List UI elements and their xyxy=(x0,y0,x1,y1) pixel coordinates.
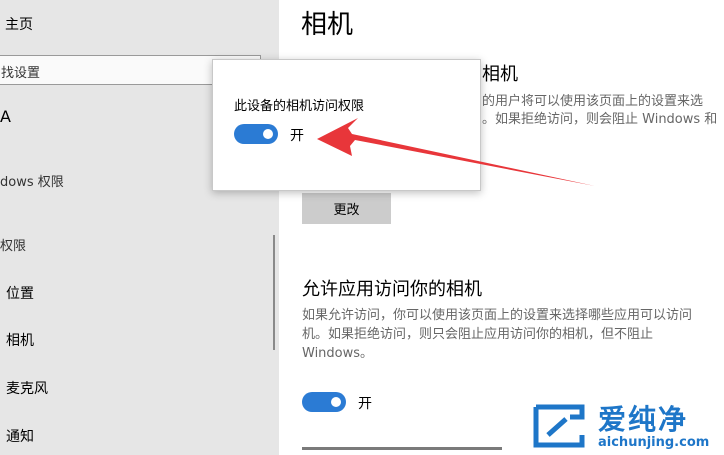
sidebar-heading-fragment: A xyxy=(0,107,11,126)
device-camera-access-popup: 此设备的相机访问权限 开 xyxy=(212,59,481,191)
page-title: 相机 xyxy=(301,10,354,40)
sidebar-scrollbar[interactable] xyxy=(273,235,275,350)
watermark-url: aichunjing.com xyxy=(598,435,710,450)
watermark-logo-icon xyxy=(533,404,585,448)
section-app-access-desc-line2: 机。如果拒绝访问，则只会阻止应用访问你的相机，但不阻止 xyxy=(302,327,654,342)
watermark-name: 爱纯净 xyxy=(598,403,689,436)
section-device-access-desc-line1: 的用户将可以使用该页面上的设置来选 xyxy=(482,94,704,109)
next-section-title-clipped xyxy=(302,447,522,455)
sidebar-item-microphone[interactable]: 麦克风 xyxy=(6,378,48,398)
sidebar-item-home[interactable]: 主页 xyxy=(5,14,33,34)
section-app-access-desc-line1: 如果允许访问，你可以使用该页面上的设置来选择哪些应用可以访问 xyxy=(302,308,693,323)
sidebar-item-notifications[interactable]: 通知 xyxy=(6,426,34,446)
toggle-knob xyxy=(263,129,273,139)
sidebar-section-windows-permissions: dows 权限 xyxy=(0,175,64,190)
device-camera-access-toggle-label: 开 xyxy=(290,128,304,144)
app-camera-access-toggle-label: 开 xyxy=(358,396,372,412)
device-camera-access-toggle[interactable] xyxy=(234,124,278,144)
sidebar-item-camera[interactable]: 相机 xyxy=(6,330,34,350)
popup-title: 此设备的相机访问权限 xyxy=(234,99,365,114)
toggle-knob xyxy=(331,397,341,407)
watermark-logo: 爱纯净 aichunjing.com xyxy=(528,398,724,455)
section-device-access-title: 相机 xyxy=(482,64,518,85)
section-app-access-title: 允许应用访问你的相机 xyxy=(302,279,482,300)
section-app-access-desc-line3: Windows。 xyxy=(302,346,374,361)
sidebar-section-app-permissions: 权限 xyxy=(0,239,27,254)
sidebar-item-location[interactable]: 位置 xyxy=(6,283,34,303)
app-camera-access-toggle[interactable] xyxy=(302,392,346,412)
search-placeholder: 找设置 xyxy=(1,66,41,81)
section-device-access-desc-line2: 。如果拒绝访问，则会阻止 Windows 和 xyxy=(482,112,718,127)
change-button[interactable]: 更改 xyxy=(302,193,391,224)
